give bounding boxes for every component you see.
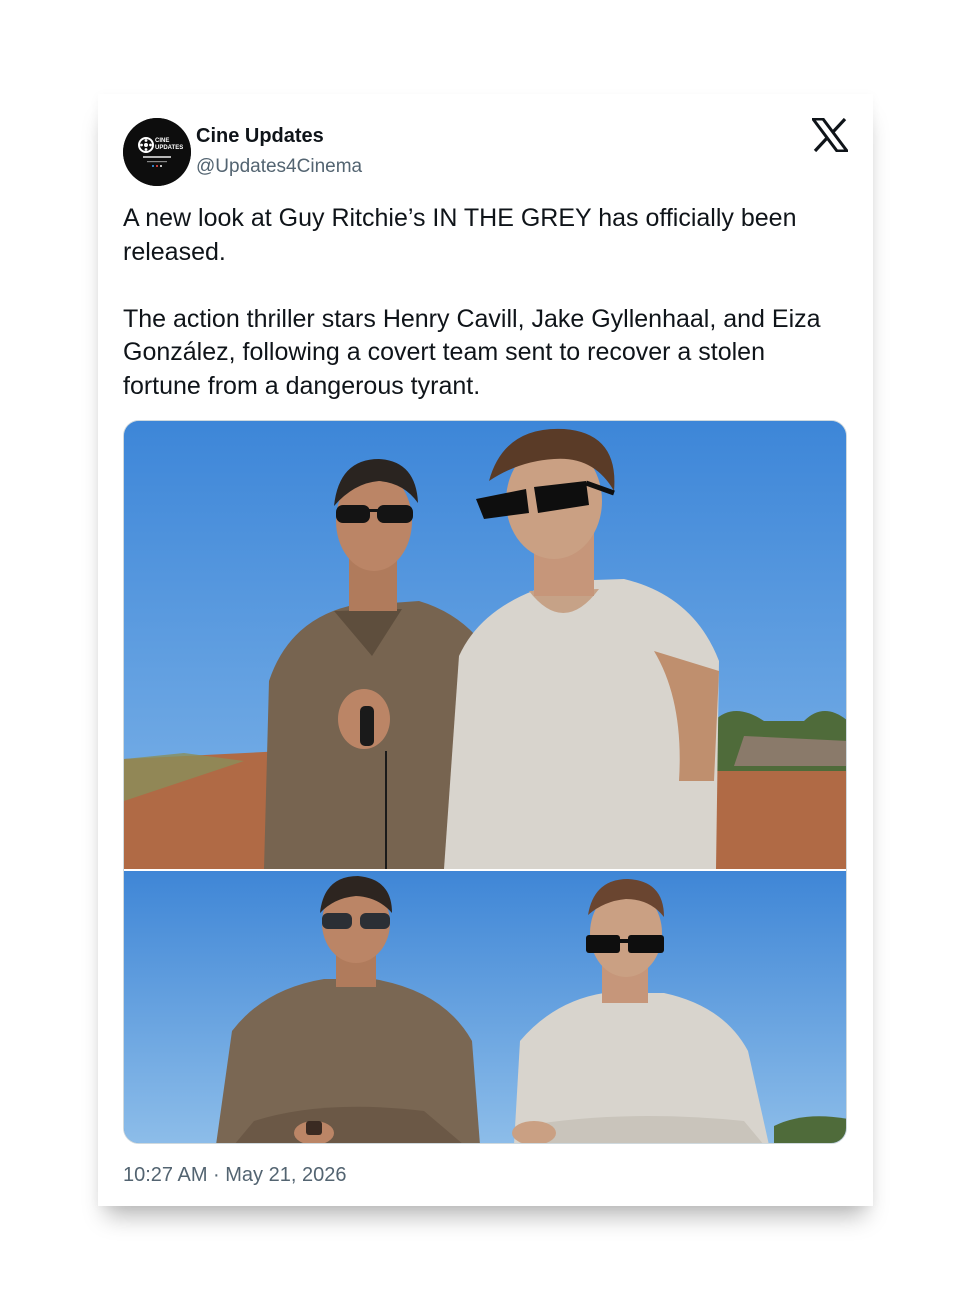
tweet-paragraph-1: A new look at Guy Ritchie’s IN THE GREY … — [123, 204, 797, 266]
avatar-line-2: UPDATES — [155, 145, 183, 151]
tweet-text: A new look at Guy Ritchie’s IN THE GREY … — [123, 202, 848, 403]
tweet-paragraph-2: The action thriller stars Henry Cavill, … — [123, 304, 821, 400]
avatar-line-1: CINE — [155, 138, 169, 144]
author-handle[interactable]: @Updates4Cinema — [196, 154, 362, 179]
media-photo-top[interactable] — [124, 421, 847, 869]
media-photo-bottom[interactable] — [124, 871, 847, 1144]
tweet-timestamp[interactable]: 10:27 AM · May 21, 2026 — [123, 1162, 346, 1188]
tweet-media[interactable] — [123, 420, 847, 1144]
author-display-name[interactable]: Cine Updates — [196, 123, 324, 149]
x-logo-icon[interactable] — [810, 117, 850, 153]
avatar[interactable]: CINE UPDATES — [123, 118, 191, 186]
